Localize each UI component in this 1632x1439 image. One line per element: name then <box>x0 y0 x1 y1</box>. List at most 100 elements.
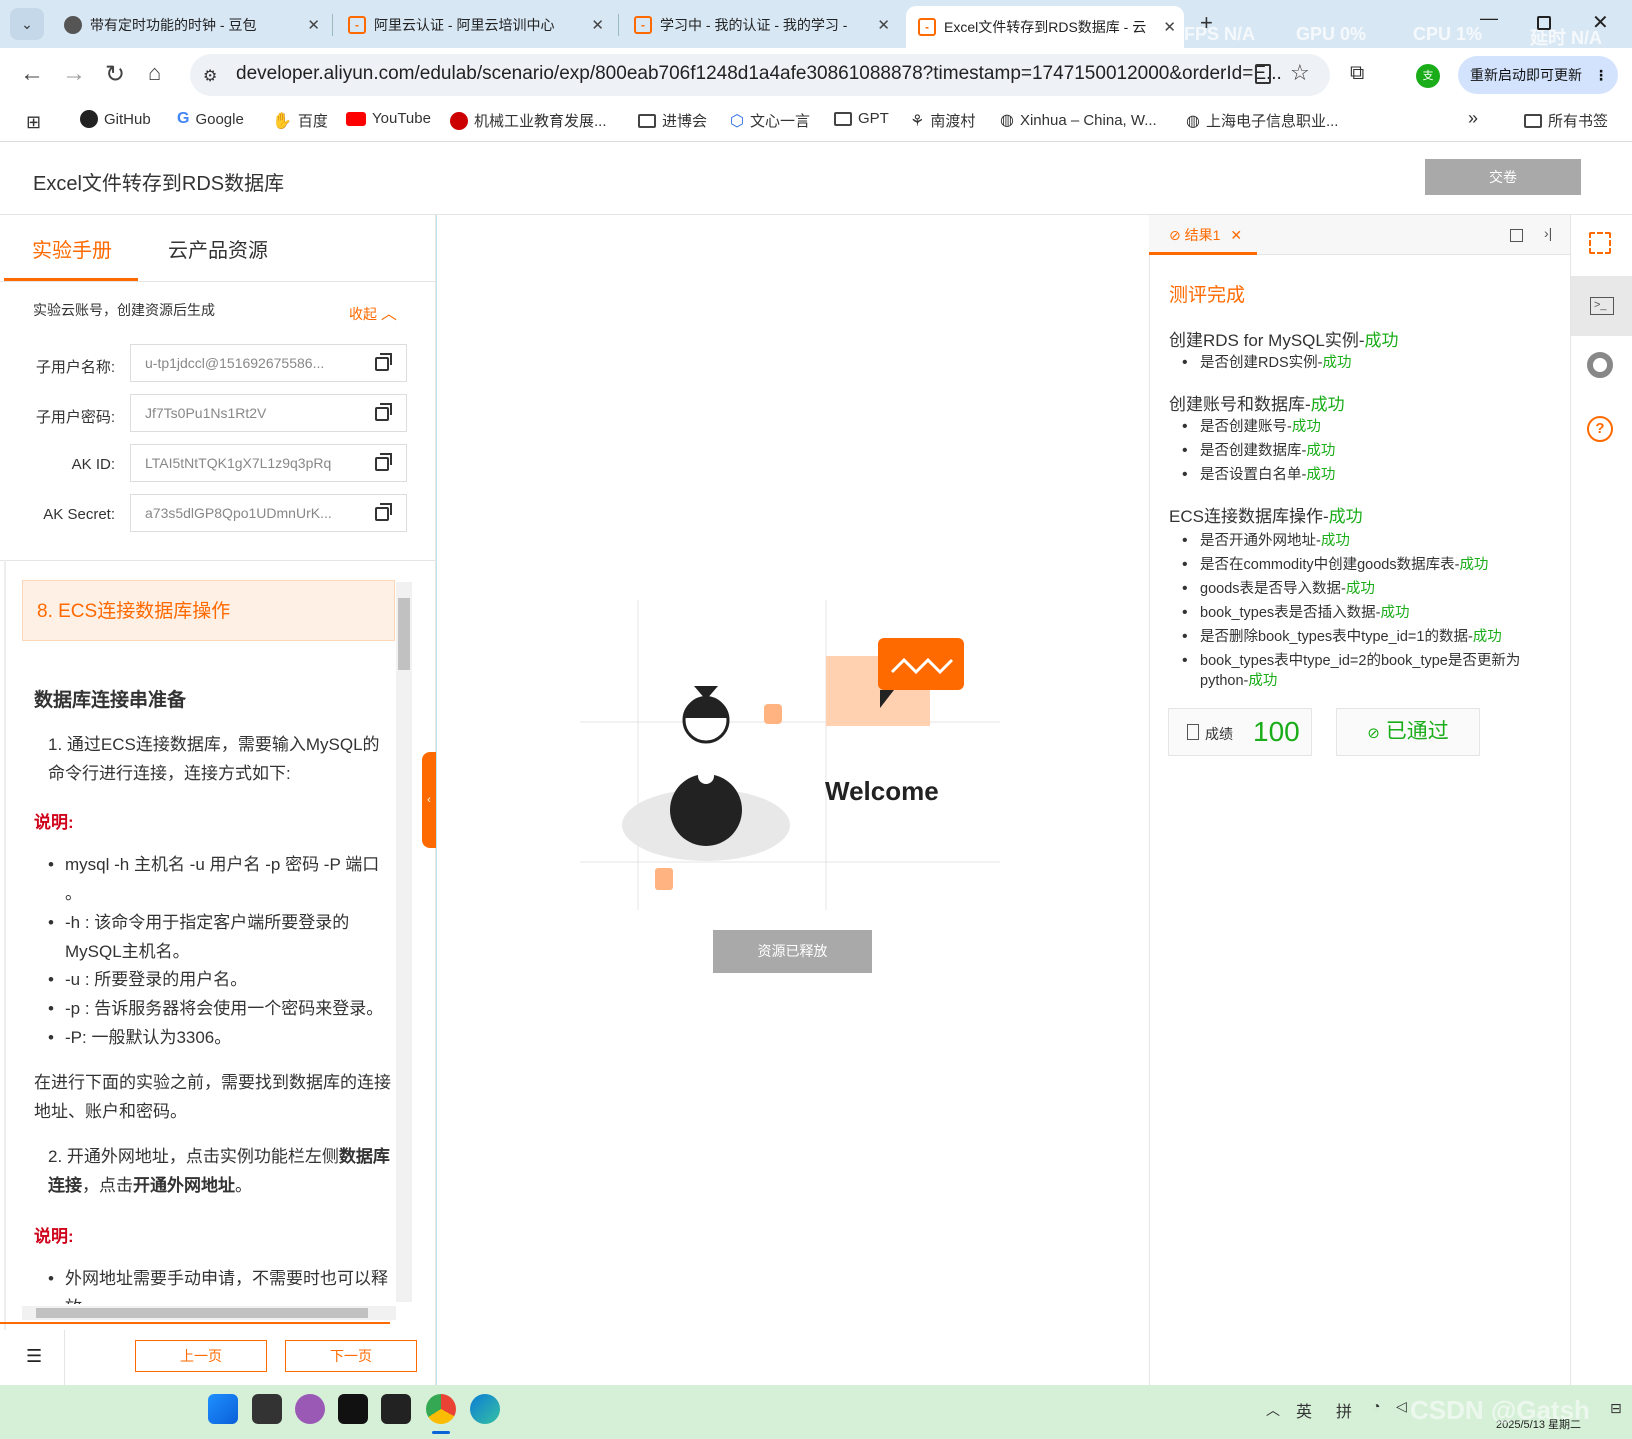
copy-icon[interactable] <box>375 353 392 371</box>
ime-pinyin[interactable]: 拼 <box>1336 1398 1352 1422</box>
subuser-name-field[interactable]: u-tp1jdccl@151692675586... <box>130 344 407 382</box>
tab-doubao[interactable]: 带有定时功能的时钟 - 豆包 ✕ <box>56 8 328 42</box>
update-label: 重新启动即可更新 <box>1470 67 1582 83</box>
gpu-readout: GPU 0% <box>1296 24 1367 44</box>
terminal-tool[interactable]: >_ <box>1571 276 1632 336</box>
submit-button[interactable]: 交卷 <box>1425 159 1581 195</box>
close-icon[interactable]: ✕ <box>591 16 604 34</box>
scroll-thumb[interactable] <box>398 598 410 670</box>
check-item-text: 是否删除book_types表中type_id=1的数据- <box>1200 629 1473 645</box>
minimize-panel-icon[interactable] <box>1510 229 1523 242</box>
bookmark-label: 所有书签 <box>1548 113 1609 130</box>
tab-resources[interactable]: 云产品资源 <box>168 234 268 263</box>
avatar[interactable]: 支 <box>1416 64 1440 88</box>
speaker-icon[interactable]: ◁ <box>1396 1398 1407 1415</box>
success-label: 成功 <box>1291 419 1321 435</box>
close-icon[interactable]: ✕ <box>1163 18 1176 36</box>
fullscreen-icon[interactable] <box>1589 232 1611 254</box>
close-icon[interactable]: ✕ <box>877 16 890 34</box>
tab-title: Excel文件转存到RDS数据库 - 云 <box>944 19 1147 35</box>
bookmark-github[interactable]: GitHub <box>80 110 151 128</box>
success-label: 成功 <box>1320 533 1350 549</box>
tab-excel-rds[interactable]: - Excel文件转存到RDS数据库 - 云 ✕ <box>906 6 1184 48</box>
aliyun-icon: - <box>348 16 366 34</box>
ak-secret-field[interactable]: a73s5dlGP8Qpo1UDmnUrK... <box>130 494 407 532</box>
tab-aliyun-cert[interactable]: - 阿里云认证 - 阿里云培训中心 ✕ <box>340 8 612 42</box>
score-box: 成绩 100 <box>1168 708 1312 756</box>
next-button[interactable]: 下一页 <box>285 1340 417 1372</box>
field-label: 子用户名称: <box>35 359 115 376</box>
bookmark-gpt[interactable]: GPT <box>834 110 889 127</box>
tab-manual[interactable]: 实验手册 <box>32 234 112 263</box>
clipboard-icon[interactable] <box>1255 64 1271 84</box>
chrome-taskbar-icon[interactable] <box>426 1394 456 1424</box>
tab-learning[interactable]: - 学习中 - 我的认证 - 我的学习 - ✕ <box>626 8 898 42</box>
check-item: 是否创建RDS实例-成功 <box>1182 353 1352 373</box>
apps-icon[interactable]: ⊞ <box>26 112 41 133</box>
tab-search-button[interactable]: ⌄ <box>10 8 44 40</box>
minimize-button[interactable]: — <box>1480 8 1498 29</box>
success-label: 成功 <box>1472 629 1502 645</box>
collapse-panel-handle[interactable]: ‹ <box>422 752 436 848</box>
bookmark-google[interactable]: G Google <box>177 110 244 128</box>
app-cat-icon[interactable] <box>295 1394 325 1424</box>
bookmark-shanghai[interactable]: ◍ 上海电子信息职业... <box>1186 110 1338 131</box>
bookmark-baidu[interactable]: ✋ 百度 <box>272 110 328 131</box>
back-icon[interactable]: ← <box>20 60 44 88</box>
success-label: 成功 <box>1322 355 1352 371</box>
vertical-scrollbar[interactable] <box>396 582 412 1302</box>
google-icon: G <box>177 110 190 127</box>
site-info-icon[interactable]: ⚙ <box>203 66 217 86</box>
resource-released-button[interactable]: 资源已释放 <box>713 930 872 973</box>
result-tab[interactable]: ⊘ 结果1 ✕ <box>1169 225 1242 245</box>
collapse-right-icon[interactable]: ›| <box>1544 225 1552 241</box>
bookmark-nandu[interactable]: ⚘ 南渡村 <box>910 110 975 131</box>
more-bookmarks-icon[interactable]: » <box>1468 108 1478 129</box>
windows-start-icon[interactable] <box>208 1394 238 1424</box>
reload-icon[interactable]: ↻ <box>105 60 125 89</box>
collapse-button[interactable]: 收起 ︿ <box>349 300 397 324</box>
bookmark-youtube[interactable]: YouTube <box>346 110 431 127</box>
bookmark-xinhua[interactable]: ◍ Xinhua – China, W... <box>1000 110 1157 130</box>
check-item: 是否开通外网地址-成功 <box>1182 531 1350 551</box>
close-icon[interactable]: ✕ <box>307 16 320 34</box>
bookmark-jixie[interactable]: 机械工业教育发展... <box>450 110 607 131</box>
tab-title: 学习中 - 我的认证 - 我的学习 - <box>660 17 848 33</box>
check-item: book_types表是否插入数据-成功 <box>1182 603 1409 623</box>
wifi-icon[interactable]: ◔ <box>1372 1398 1380 1414</box>
update-button[interactable]: 重新启动即可更新 ⋮ <box>1458 56 1618 94</box>
subuser-password-field[interactable]: Jf7Ts0Pu1Ns1Rt2V <box>130 394 407 432</box>
close-window-button[interactable]: ✕ <box>1592 10 1609 35</box>
kimi-icon[interactable] <box>338 1394 368 1424</box>
tray-chevron-icon[interactable]: ︿ <box>1266 1400 1280 1420</box>
forward-icon[interactable]: → <box>62 60 86 88</box>
copy-icon[interactable] <box>375 453 392 471</box>
copy-icon[interactable] <box>375 503 392 521</box>
task-view-icon[interactable] <box>252 1394 282 1424</box>
all-bookmarks[interactable]: 所有书签 <box>1524 110 1608 131</box>
close-icon[interactable]: ✕ <box>1230 227 1242 243</box>
scroll-thumb[interactable] <box>36 1308 368 1318</box>
extensions-icon[interactable]: ⧉ <box>1350 62 1364 85</box>
more-vert-icon[interactable]: ⋮ <box>1594 56 1608 94</box>
bookmark-wenxin[interactable]: ⬡ 文心一言 <box>730 110 810 131</box>
notification-icon[interactable]: ⊟ <box>1610 1400 1622 1417</box>
home-icon[interactable]: ⌂ <box>148 60 161 86</box>
url-text[interactable]: developer.aliyun.com/edulab/scenario/exp… <box>236 63 1282 85</box>
tab-title: 阿里云认证 - 阿里云培训中心 <box>374 17 555 33</box>
list-icon[interactable]: ☰ <box>26 1346 42 1367</box>
field-label: AK Secret: <box>43 506 115 523</box>
ak-id-field[interactable]: LTAI5tNtTQK1gX7L1z9q3pRq <box>130 444 407 482</box>
ime-english[interactable]: 英 <box>1296 1398 1312 1422</box>
horizontal-scrollbar[interactable] <box>22 1306 396 1320</box>
section-title-text: 8. ECS连接数据库操作 <box>37 601 231 622</box>
help-icon[interactable]: ? <box>1587 416 1613 442</box>
chrome-icon[interactable] <box>1587 352 1613 378</box>
edge-icon[interactable] <box>470 1394 500 1424</box>
star-icon[interactable]: ☆ <box>1290 60 1310 86</box>
copy-icon[interactable] <box>375 403 392 421</box>
bookmark-jinbohui[interactable]: 进博会 <box>638 110 707 131</box>
app-cube-icon[interactable] <box>381 1394 411 1424</box>
maximize-button[interactable] <box>1537 16 1551 30</box>
prev-button[interactable]: 上一页 <box>135 1340 267 1372</box>
